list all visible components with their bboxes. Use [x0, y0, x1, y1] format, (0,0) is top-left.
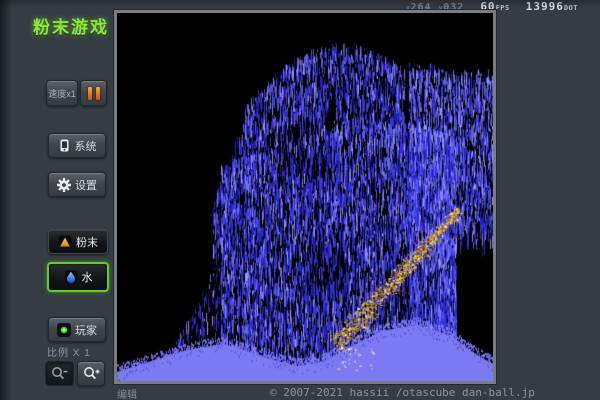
settings-button-label: 设置	[75, 177, 97, 193]
app-title: 粉末游戏	[33, 13, 109, 38]
powder-button[interactable]: 粉末	[48, 229, 108, 254]
gear-icon	[57, 178, 71, 192]
player-button[interactable]: 玩家	[48, 317, 106, 342]
water-button[interactable]: 水	[47, 262, 109, 292]
dot-counter: 13996DOT	[526, 0, 578, 13]
copyright: © 2007-2021 hassii /otascube dan-ball.jp	[270, 386, 535, 399]
canvas-frame	[114, 10, 496, 384]
scale-label: 比例 X 1	[47, 344, 91, 359]
speed-button[interactable]: 速度x1	[46, 80, 78, 106]
powder-button-label: 粉末	[76, 234, 98, 250]
player-icon	[57, 323, 71, 337]
settings-button[interactable]: 设置	[48, 172, 106, 197]
system-button[interactable]: 系统	[48, 133, 106, 158]
pause-icon	[88, 87, 100, 100]
water-button-label: 水	[82, 269, 93, 285]
system-button-label: 系统	[75, 138, 97, 154]
powder-game-app: 粉末游戏 x264 y032 60FPS 13996DOT 速度x1 系统	[0, 0, 600, 400]
pause-button[interactable]	[80, 80, 107, 106]
simulation-canvas[interactable]	[117, 13, 493, 381]
zoom-out-button[interactable]	[45, 361, 74, 386]
edit-label: 编辑	[117, 386, 137, 400]
water-drop-icon	[64, 270, 78, 284]
device-icon	[58, 139, 71, 152]
powder-icon	[58, 235, 72, 249]
player-button-label: 玩家	[75, 322, 97, 338]
zoom-in-button[interactable]	[77, 361, 105, 386]
speed-button-label: 速度x1	[48, 87, 76, 100]
magnifier-minus-icon	[51, 366, 68, 381]
magnifier-plus-icon	[83, 366, 100, 381]
